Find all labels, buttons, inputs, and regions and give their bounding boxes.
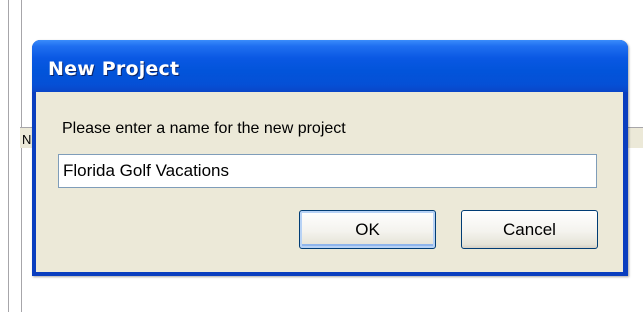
background-partial-label: N [22, 132, 32, 147]
screen: N New Project Please enter a name for th… [0, 0, 643, 312]
dialog-title: New Project [48, 58, 180, 80]
project-name-input[interactable] [58, 154, 597, 188]
background-window-edge [8, 0, 22, 312]
new-project-dialog: New Project Please enter a name for the … [32, 40, 628, 276]
dialog-body: Please enter a name for the new project … [36, 92, 623, 272]
dialog-titlebar[interactable]: New Project [32, 40, 628, 92]
cancel-button[interactable]: Cancel [461, 210, 598, 249]
project-name-prompt: Please enter a name for the new project [62, 120, 346, 137]
ok-button[interactable]: OK [299, 210, 436, 249]
